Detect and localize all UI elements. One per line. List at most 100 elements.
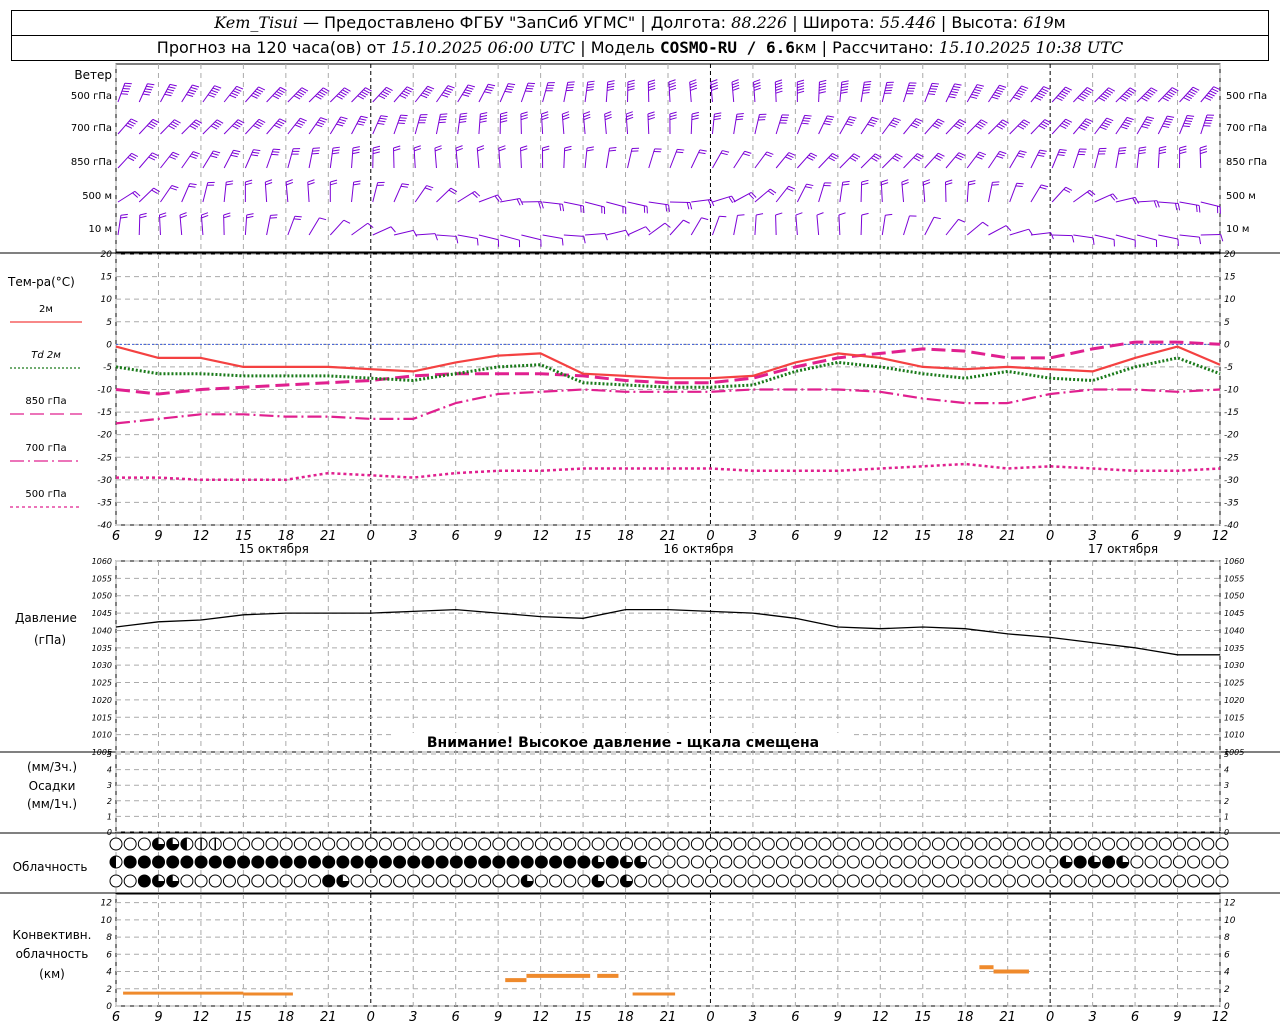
wind-barb-shaft — [1030, 149, 1041, 169]
cloud-symbol — [194, 874, 208, 888]
wind-barb-shaft — [138, 152, 153, 169]
wind-barb-feather — [992, 181, 1000, 183]
wind-barb-feather — [317, 93, 324, 98]
wind-barb-feather — [1164, 95, 1171, 100]
wind-barb-feather — [736, 115, 744, 118]
wind-barb-shaft — [1030, 184, 1042, 203]
wind-barb-feather — [604, 116, 612, 121]
wind-barb-shaft — [1158, 201, 1179, 204]
wind-barb-feather — [766, 151, 774, 155]
wind-barb-feather — [775, 212, 783, 216]
wind-barb-feather — [127, 156, 135, 162]
wind-barb-feather — [952, 88, 960, 91]
wind-barb-feather — [279, 118, 287, 123]
wind-barb-feather — [1163, 123, 1171, 126]
wind-barb-feather — [953, 85, 961, 89]
wind-barb-feather — [732, 81, 739, 86]
wind-barb-feather — [434, 145, 442, 149]
cloud-symbol — [1002, 837, 1016, 851]
cloud-symbol — [506, 874, 520, 888]
wind-barb-shaft — [966, 84, 978, 103]
wind-barb-shaft — [1009, 228, 1029, 236]
wind-barb-feather — [979, 151, 987, 156]
wind-barb-feather — [648, 82, 656, 86]
wind-barb-feather — [699, 149, 707, 152]
wind-barb-feather — [971, 93, 979, 97]
cloud-symbol-fill — [195, 856, 208, 868]
wind-barb-shaft — [881, 82, 888, 103]
wind-barb-feather — [1141, 125, 1149, 129]
wind-barb-shaft — [754, 215, 757, 236]
wind-barb-shaft — [500, 197, 520, 203]
wind-barb-feather — [174, 119, 181, 124]
cloud-symbol — [1130, 874, 1144, 888]
y-tick-label-right: -30 — [1224, 476, 1239, 486]
cloud-symbol — [875, 837, 889, 851]
cloud-symbol — [251, 874, 265, 888]
wind-barb-shaft — [520, 82, 529, 103]
wind-barb-feather — [1038, 152, 1046, 155]
wind-barb-feather — [849, 116, 857, 119]
wind-barb-feather — [127, 122, 134, 127]
cloud-symbol — [605, 874, 619, 888]
cloud-symbol — [832, 874, 846, 888]
wind-barb-shaft — [138, 119, 154, 135]
wind-barb-feather — [785, 156, 792, 161]
cloud-symbol — [208, 874, 222, 888]
wind-barb-shaft — [329, 116, 342, 135]
wind-barb-feather — [170, 123, 177, 128]
wind-barb-feather — [1063, 120, 1071, 125]
wind-barb-feather — [931, 82, 940, 85]
wind-barb-feather — [732, 84, 740, 89]
cloud-symbol — [577, 837, 591, 851]
wind-barb-feather — [689, 81, 697, 86]
date-label: 17 октября — [1088, 542, 1158, 556]
cloud-symbol — [605, 837, 619, 851]
wind-barb-feather — [1034, 96, 1042, 101]
y-tick-label-left: 15 — [101, 273, 113, 283]
wind-barb-feather — [929, 88, 938, 90]
wind-barb-feather — [465, 89, 473, 93]
wind-barb-feather — [827, 115, 835, 118]
cloud-symbol — [350, 837, 364, 851]
wind-barb-feather — [937, 152, 945, 157]
y-tick-label-left: -15 — [97, 408, 112, 418]
wind-barb-feather — [932, 124, 939, 129]
hour-tick-label: 15 — [914, 1010, 931, 1024]
cloud-symbol — [761, 874, 775, 888]
wind-barb-feather — [414, 148, 422, 152]
hour-tick-label: 9 — [154, 1010, 162, 1024]
wind-barb-feather — [564, 145, 572, 149]
wind-barb-feather — [212, 87, 220, 91]
wind-barb-feather — [189, 125, 197, 130]
cloud-symbol-fill — [478, 856, 491, 868]
wind-barb-feather — [1146, 91, 1154, 96]
wind-barbs — [117, 79, 1224, 248]
wind-barb-feather — [935, 120, 943, 125]
y-tick-label-right: 15 — [1224, 273, 1236, 283]
cloud-symbol — [350, 874, 364, 888]
wind-barb-feather — [1063, 88, 1071, 93]
wind-barb-shaft — [1052, 234, 1073, 237]
cloud-symbol-fill — [535, 856, 548, 868]
wind-barb-shaft — [223, 150, 234, 169]
wind-barb-feather — [1106, 89, 1114, 94]
wind-barb-shaft — [754, 151, 768, 169]
wind-barb-shaft — [457, 84, 469, 103]
wind-barb-feather — [753, 87, 761, 91]
wind-barb-shaft — [457, 114, 461, 135]
cloud-symbol-fill — [1102, 856, 1115, 868]
wind-barb-feather — [541, 116, 549, 121]
wind-barb-feather — [861, 182, 869, 186]
wind-barb-feather — [1213, 86, 1221, 91]
cloud-symbol — [1158, 837, 1172, 851]
wind-level-label-left: 850 гПа — [71, 157, 112, 168]
wind-barb-feather — [352, 146, 360, 149]
hour-tick-label: 12 — [872, 1010, 889, 1024]
wind-barb-shaft — [138, 187, 154, 203]
wind-barb-feather — [1078, 126, 1086, 131]
hour-tick-label: 12 — [872, 529, 889, 544]
wind-barb-feather — [861, 212, 869, 216]
cloud-symbol — [1144, 855, 1158, 869]
cloud-symbol-fill — [577, 856, 590, 868]
